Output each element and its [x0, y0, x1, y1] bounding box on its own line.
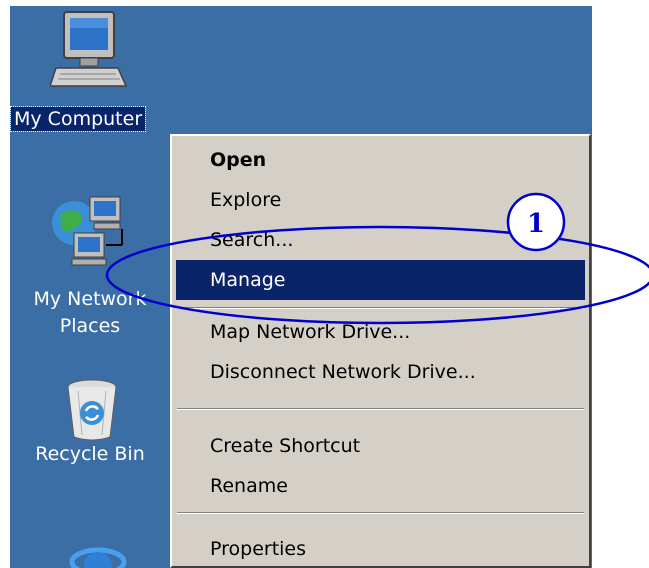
- my-computer-label: My Computer: [10, 106, 147, 132]
- desktop-icon-recycle-bin[interactable]: Recycle Bin: [10, 371, 170, 491]
- desktop-icon-network-places[interactable]: My Network Places: [10, 181, 170, 351]
- internet-explorer-icon: [69, 547, 127, 568]
- recycle-bin-icon: [64, 377, 120, 443]
- menu-item-rename[interactable]: Rename: [176, 466, 585, 506]
- desktop: My Computer My Network Places Recycle Bi…: [10, 6, 592, 568]
- recycle-bin-label: Recycle Bin: [35, 443, 145, 465]
- menu-separator: [177, 512, 584, 514]
- menu-item-properties[interactable]: Properties: [176, 529, 585, 568]
- network-places-icon: [50, 191, 130, 271]
- menu-item-search[interactable]: Search...: [176, 220, 585, 260]
- my-computer-icon: [48, 6, 130, 96]
- menu-item-create-shortcut[interactable]: Create Shortcut: [176, 426, 585, 466]
- menu-item-explore[interactable]: Explore: [176, 180, 585, 220]
- context-menu: Open Explore Search... Manage Map Networ…: [170, 134, 591, 568]
- menu-item-map-network-drive[interactable]: Map Network Drive...: [176, 312, 585, 352]
- menu-item-disconnect-network-drive[interactable]: Disconnect Network Drive...: [176, 352, 585, 392]
- menu-separator: [177, 307, 584, 309]
- network-places-label: My Network Places: [33, 288, 147, 337]
- menu-item-open[interactable]: Open: [176, 140, 585, 180]
- desktop-icon-my-computer[interactable]: My Computer: [10, 6, 180, 146]
- desktop-icon-internet-explorer[interactable]: [50, 526, 140, 568]
- menu-separator: [177, 408, 584, 410]
- menu-item-manage[interactable]: Manage: [176, 260, 585, 300]
